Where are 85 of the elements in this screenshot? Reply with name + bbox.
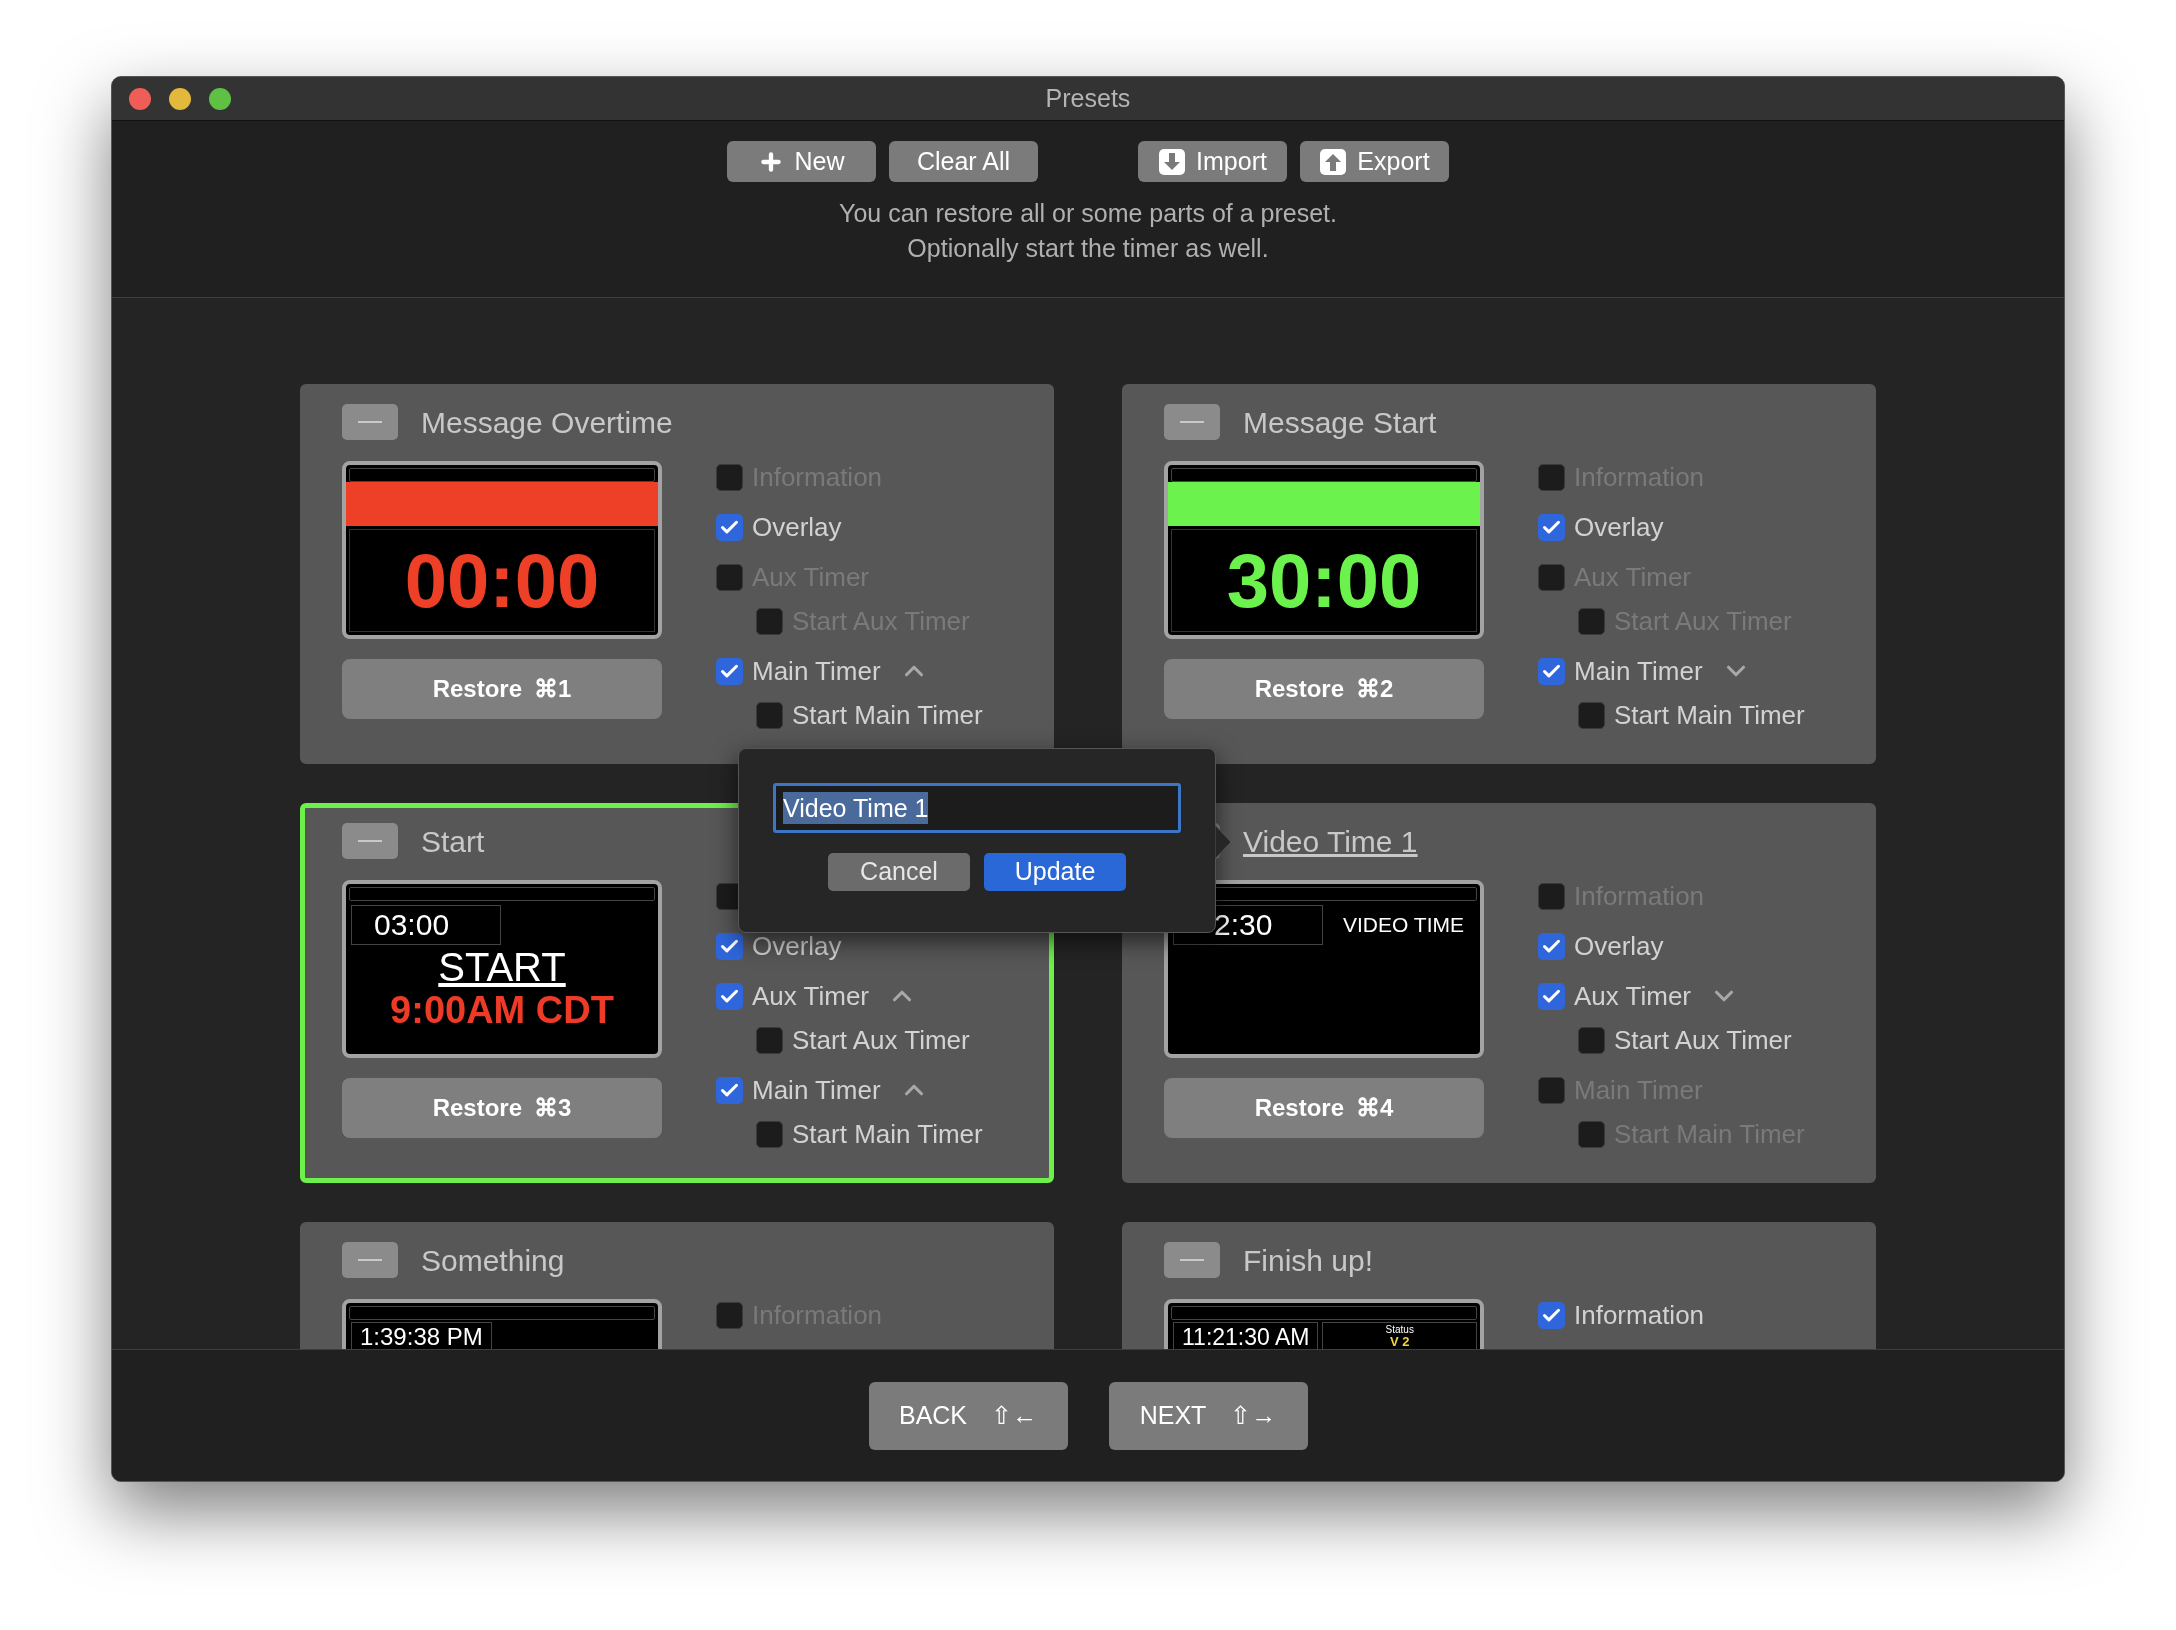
minus-icon	[1180, 1259, 1204, 1261]
checkbox[interactable]	[716, 1301, 743, 1329]
hint-text: You can restore all or some parts of a preset.	[839, 198, 1337, 229]
checkbox[interactable]	[1578, 1120, 1605, 1148]
zoom-icon[interactable]	[209, 87, 231, 110]
option-label: Information	[1574, 1298, 1705, 1332]
nav-button[interactable]: NEXT ⇧→	[1108, 1381, 1308, 1450]
preset-title: Start	[421, 823, 485, 860]
option-label: Start Main Timer	[792, 1117, 983, 1151]
option-label: Start Aux Timer	[1614, 1023, 1792, 1057]
message-heading: START	[438, 945, 566, 989]
toolbar-button[interactable]: Export	[1300, 141, 1449, 182]
timer-text: 00:00	[404, 542, 600, 619]
option-label: Main Timer	[752, 1073, 881, 1107]
checkbox[interactable]	[716, 563, 743, 591]
option-label: Aux Timer	[1574, 979, 1692, 1013]
cancel-button[interactable]: Cancel	[828, 853, 970, 891]
minus-icon	[358, 840, 382, 842]
minimize-icon[interactable]	[169, 87, 191, 110]
preset-title: Message Overtime	[421, 404, 673, 441]
name-field[interactable]: Video Time 1	[773, 783, 1181, 833]
checkbox[interactable]	[716, 463, 743, 491]
checkbox[interactable]	[1578, 701, 1605, 729]
status-value: V 2	[1389, 1335, 1410, 1349]
checkbox[interactable]	[716, 1076, 743, 1104]
window-title: Presets	[1045, 82, 1131, 114]
option-label: Main Timer	[1574, 654, 1703, 688]
checkbox[interactable]	[1538, 882, 1565, 910]
minus-icon	[358, 1259, 382, 1261]
option-label: Main Timer	[752, 654, 881, 688]
option-label: Aux Timer	[752, 979, 870, 1013]
message-text: 9:00AM CDT	[390, 989, 614, 1031]
restore-button[interactable]: Restore ⌘2	[1164, 659, 1484, 719]
option-label: Overlay	[1574, 510, 1664, 544]
remove-button[interactable]	[1164, 1242, 1220, 1278]
remove-button[interactable]	[1164, 404, 1220, 440]
upload-icon	[1319, 147, 1348, 176]
option-label: Overlay	[752, 929, 842, 963]
option-label: Overlay	[1574, 929, 1664, 963]
checkbox[interactable]	[1538, 1301, 1565, 1329]
option-label: Start Main Timer	[792, 698, 983, 732]
checkbox[interactable]	[1538, 932, 1565, 960]
timer-text: 03:00	[351, 905, 501, 945]
checkbox[interactable]	[756, 1120, 783, 1148]
checkbox[interactable]	[1538, 563, 1565, 591]
restore-button[interactable]: Restore ⌘4	[1164, 1078, 1484, 1138]
option-label: Start Aux Timer	[792, 1023, 970, 1057]
checkbox[interactable]	[1538, 657, 1565, 685]
option-label: Overlay	[752, 510, 842, 544]
remove-button[interactable]	[342, 823, 398, 859]
preset-title[interactable]: Video Time 1	[1243, 818, 1418, 864]
checkbox[interactable]	[756, 607, 783, 635]
toolbar-button[interactable]: Import	[1138, 141, 1287, 182]
preset-title: Message Start	[1243, 404, 1437, 441]
checkbox[interactable]	[756, 1026, 783, 1054]
checkbox[interactable]	[716, 513, 743, 541]
checkbox[interactable]	[1538, 513, 1565, 541]
timer-text: 30:00	[1226, 542, 1422, 619]
preset-title: Finish up!	[1243, 1242, 1374, 1279]
checkbox[interactable]	[716, 982, 743, 1010]
checkbox[interactable]	[756, 701, 783, 729]
update-button[interactable]: Update	[984, 853, 1126, 891]
option-label: Start Main Timer	[1614, 698, 1805, 732]
toolbar-button[interactable]: Clear All	[889, 141, 1038, 182]
download-icon	[1158, 147, 1187, 176]
nav-button[interactable]: BACK ⇧←	[868, 1381, 1068, 1450]
restore-button[interactable]: Restore ⌘1	[342, 659, 662, 719]
minus-icon	[358, 421, 382, 423]
preset-title: Something	[421, 1242, 565, 1279]
video-label: VIDEO TIME	[1343, 912, 1464, 939]
restore-button[interactable]: Restore ⌘3	[342, 1078, 662, 1138]
status-label: Status	[1385, 1324, 1414, 1335]
remove-button[interactable]	[342, 404, 398, 440]
close-icon[interactable]	[129, 87, 151, 110]
checkbox[interactable]	[716, 932, 743, 960]
checkbox[interactable]	[1538, 982, 1565, 1010]
hint-text: Optionally start the timer as well.	[907, 233, 1269, 264]
checkbox[interactable]	[1578, 1026, 1605, 1054]
checkbox[interactable]	[1538, 1076, 1565, 1104]
remove-button[interactable]	[342, 1242, 398, 1278]
minus-icon	[1180, 421, 1204, 423]
toolbar-button[interactable]: New	[727, 141, 876, 182]
checkbox[interactable]	[1538, 463, 1565, 491]
checkbox[interactable]	[716, 657, 743, 685]
checkbox[interactable]	[1578, 607, 1605, 635]
